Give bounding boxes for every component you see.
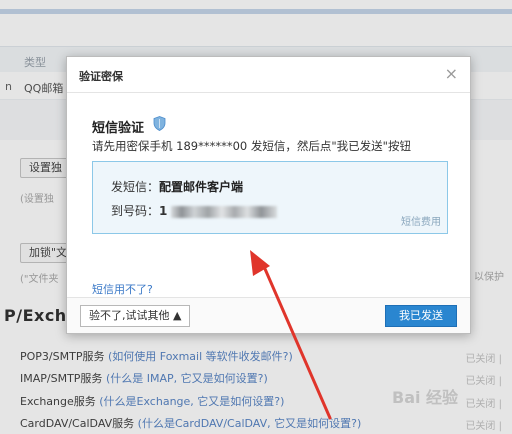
shield-icon <box>153 116 166 131</box>
target-number-line: 到号码：1 <box>111 202 278 219</box>
send-label: 发短信： <box>111 180 160 194</box>
close-icon[interactable]: × <box>445 64 458 83</box>
i-have-sent-button[interactable]: 我已发送 <box>385 305 457 327</box>
to-number-start: 1 <box>159 204 168 218</box>
verify-security-dialog: 验证密保 × 短信验证 请先用密保手机 189******00 发短信，然后点"… <box>66 56 471 334</box>
dialog-title: 验证密保 <box>79 70 123 83</box>
sms-unavailable-link[interactable]: 短信用不了? <box>92 281 153 297</box>
sms-info-box: 发短信：配置邮件客户端 到号码：1 短信费用 <box>92 161 448 234</box>
dialog-footer: 验不了,试试其他 ▲ 我已发送 <box>67 297 470 333</box>
sms-fee-note: 短信费用 <box>401 217 441 228</box>
blurred-number <box>171 205 278 218</box>
to-label: 到号码： <box>111 204 160 218</box>
send-content: 配置邮件客户端 <box>159 180 244 194</box>
sms-verify-title: 短信验证 <box>92 121 145 136</box>
dialog-header: 验证密保 × <box>67 57 470 93</box>
send-content-line: 发短信：配置邮件客户端 <box>111 178 243 195</box>
sms-instructions: 请先用密保手机 189******00 发短信，然后点"我已发送"按钮 <box>92 139 411 153</box>
try-other-method-button[interactable]: 验不了,试试其他 ▲ <box>80 305 191 327</box>
